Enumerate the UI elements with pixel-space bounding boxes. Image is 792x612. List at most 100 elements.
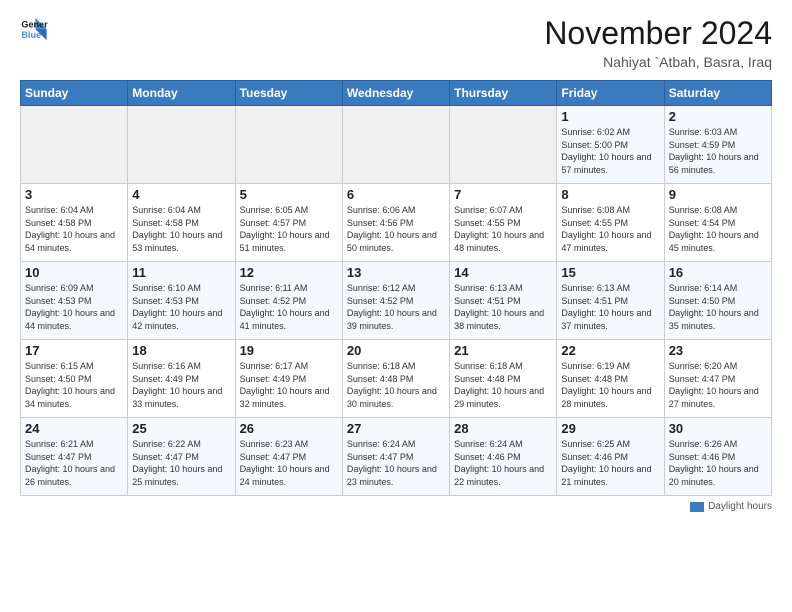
calendar-week-row: 1 Sunrise: 6:02 AMSunset: 5:00 PMDaylight… (21, 106, 772, 184)
calendar-day-cell: 1 Sunrise: 6:02 AMSunset: 5:00 PMDaylight… (557, 106, 664, 184)
calendar-day-cell: 8Sunrise: 6:08 AMSunset: 4:55 PMDaylight… (557, 184, 664, 262)
day-number: 6 (347, 187, 445, 202)
calendar-day-cell: 29 Sunrise: 6:25 AMSunset: 4:46 PMDayligh… (557, 418, 664, 496)
calendar-body: 1 Sunrise: 6:02 AMSunset: 5:00 PMDaylight… (21, 106, 772, 496)
calendar-day-cell (128, 106, 235, 184)
calendar-day-cell: 25Sunrise: 6:22 AMSunset: 4:47 PMDayligh… (128, 418, 235, 496)
calendar-day-cell: 4 Sunrise: 6:04 AMSunset: 4:58 PMDaylight… (128, 184, 235, 262)
calendar-day-cell: 2 Sunrise: 6:03 AMSunset: 4:59 PMDaylight… (664, 106, 771, 184)
day-info: Sunrise: 6:04 AMSunset: 4:58 PMDaylight:… (132, 204, 230, 254)
day-number: 4 (132, 187, 230, 202)
logo: General Blue (20, 15, 50, 43)
calendar-week-row: 17Sunrise: 6:15 AMSunset: 4:50 PMDayligh… (21, 340, 772, 418)
calendar-day-cell: 3 Sunrise: 6:04 AMSunset: 4:58 PMDaylight… (21, 184, 128, 262)
day-info: Sunrise: 6:05 AMSunset: 4:57 PMDaylight:… (240, 204, 338, 254)
day-number: 21 (454, 343, 552, 358)
day-info: Sunrise: 6:04 AMSunset: 4:58 PMDaylight:… (25, 204, 123, 254)
day-info: Sunrise: 6:02 AMSunset: 5:00 PMDaylight:… (561, 126, 659, 176)
day-info: Sunrise: 6:12 AMSunset: 4:52 PMDaylight:… (347, 282, 445, 332)
calendar-day-cell: 13 Sunrise: 6:12 AMSunset: 4:52 PMDayligh… (342, 262, 449, 340)
legend-color-box (690, 502, 704, 512)
day-number: 10 (25, 265, 123, 280)
day-number: 22 (561, 343, 659, 358)
calendar-day-cell: 10 Sunrise: 6:09 AMSunset: 4:53 PMDayligh… (21, 262, 128, 340)
calendar-day-cell: 28 Sunrise: 6:24 AMSunset: 4:46 PMDayligh… (450, 418, 557, 496)
calendar-header-cell: Monday (128, 81, 235, 106)
day-number: 13 (347, 265, 445, 280)
calendar-day-cell: 11Sunrise: 6:10 AMSunset: 4:53 PMDayligh… (128, 262, 235, 340)
calendar-day-cell: 30Sunrise: 6:26 AMSunset: 4:46 PMDayligh… (664, 418, 771, 496)
day-number: 7 (454, 187, 552, 202)
day-number: 18 (132, 343, 230, 358)
day-number: 28 (454, 421, 552, 436)
day-number: 23 (669, 343, 767, 358)
day-info: Sunrise: 6:18 AMSunset: 4:48 PMDaylight:… (347, 360, 445, 410)
day-info: Sunrise: 6:15 AMSunset: 4:50 PMDaylight:… (25, 360, 123, 410)
logo-icon: General Blue (20, 15, 48, 43)
day-info: Sunrise: 6:20 AMSunset: 4:47 PMDaylight:… (669, 360, 767, 410)
calendar-week-row: 3 Sunrise: 6:04 AMSunset: 4:58 PMDaylight… (21, 184, 772, 262)
day-number: 25 (132, 421, 230, 436)
day-number: 9 (669, 187, 767, 202)
calendar-day-cell: 9 Sunrise: 6:08 AMSunset: 4:54 PMDaylight… (664, 184, 771, 262)
day-info: Sunrise: 6:06 AMSunset: 4:56 PMDaylight:… (347, 204, 445, 254)
day-number: 1 (561, 109, 659, 124)
calendar-day-cell: 15 Sunrise: 6:13 AMSunset: 4:51 PMDayligh… (557, 262, 664, 340)
calendar-day-cell: 14Sunrise: 6:13 AMSunset: 4:51 PMDayligh… (450, 262, 557, 340)
day-number: 15 (561, 265, 659, 280)
day-info: Sunrise: 6:25 AMSunset: 4:46 PMDaylight:… (561, 438, 659, 488)
day-number: 2 (669, 109, 767, 124)
day-number: 27 (347, 421, 445, 436)
day-info: Sunrise: 6:14 AMSunset: 4:50 PMDaylight:… (669, 282, 767, 332)
svg-text:Blue: Blue (21, 30, 41, 40)
calendar-day-cell: 18 Sunrise: 6:16 AMSunset: 4:49 PMDayligh… (128, 340, 235, 418)
calendar-day-cell: 22 Sunrise: 6:19 AMSunset: 4:48 PMDayligh… (557, 340, 664, 418)
day-info: Sunrise: 6:08 AMSunset: 4:54 PMDaylight:… (669, 204, 767, 254)
calendar-table: SundayMondayTuesdayWednesdayThursdayFrid… (20, 80, 772, 496)
day-info: Sunrise: 6:09 AMSunset: 4:53 PMDaylight:… (25, 282, 123, 332)
legend-label: Daylight hours (708, 501, 772, 512)
day-number: 12 (240, 265, 338, 280)
day-info: Sunrise: 6:16 AMSunset: 4:49 PMDaylight:… (132, 360, 230, 410)
day-info: Sunrise: 6:03 AMSunset: 4:59 PMDaylight:… (669, 126, 767, 176)
day-number: 20 (347, 343, 445, 358)
day-info: Sunrise: 6:23 AMSunset: 4:47 PMDaylight:… (240, 438, 338, 488)
day-number: 5 (240, 187, 338, 202)
day-number: 26 (240, 421, 338, 436)
calendar-day-cell: 26 Sunrise: 6:23 AMSunset: 4:47 PMDayligh… (235, 418, 342, 496)
calendar-day-cell (235, 106, 342, 184)
calendar-header-cell: Thursday (450, 81, 557, 106)
calendar-day-cell: 19Sunrise: 6:17 AMSunset: 4:49 PMDayligh… (235, 340, 342, 418)
day-number: 14 (454, 265, 552, 280)
calendar-day-cell: 6 Sunrise: 6:06 AMSunset: 4:56 PMDaylight… (342, 184, 449, 262)
day-number: 19 (240, 343, 338, 358)
calendar-day-cell: 16Sunrise: 6:14 AMSunset: 4:50 PMDayligh… (664, 262, 771, 340)
calendar-header-cell: Sunday (21, 81, 128, 106)
calendar-header-cell: Friday (557, 81, 664, 106)
day-number: 3 (25, 187, 123, 202)
calendar-header-cell: Tuesday (235, 81, 342, 106)
location-title: Nahiyat `Atbah, Basra, Iraq (544, 54, 772, 70)
calendar-day-cell: 21Sunrise: 6:18 AMSunset: 4:48 PMDayligh… (450, 340, 557, 418)
calendar-day-cell: 20 Sunrise: 6:18 AMSunset: 4:48 PMDayligh… (342, 340, 449, 418)
calendar-day-cell: 7 Sunrise: 6:07 AMSunset: 4:55 PMDaylight… (450, 184, 557, 262)
calendar-day-cell (342, 106, 449, 184)
day-info: Sunrise: 6:24 AMSunset: 4:47 PMDaylight:… (347, 438, 445, 488)
day-number: 29 (561, 421, 659, 436)
day-info: Sunrise: 6:19 AMSunset: 4:48 PMDaylight:… (561, 360, 659, 410)
calendar-week-row: 10 Sunrise: 6:09 AMSunset: 4:53 PMDayligh… (21, 262, 772, 340)
day-info: Sunrise: 6:07 AMSunset: 4:55 PMDaylight:… (454, 204, 552, 254)
calendar-day-cell: 27 Sunrise: 6:24 AMSunset: 4:47 PMDayligh… (342, 418, 449, 496)
day-info: Sunrise: 6:08 AMSunset: 4:55 PMDaylight:… (561, 204, 659, 254)
legend-box: Daylight hours (690, 501, 772, 512)
calendar-day-cell: 17Sunrise: 6:15 AMSunset: 4:50 PMDayligh… (21, 340, 128, 418)
calendar-day-cell (450, 106, 557, 184)
month-title: November 2024 (544, 15, 772, 52)
svg-text:General: General (21, 20, 48, 30)
day-info: Sunrise: 6:13 AMSunset: 4:51 PMDaylight:… (561, 282, 659, 332)
calendar-day-cell: 12 Sunrise: 6:11 AMSunset: 4:52 PMDayligh… (235, 262, 342, 340)
calendar-day-cell (21, 106, 128, 184)
day-info: Sunrise: 6:11 AMSunset: 4:52 PMDaylight:… (240, 282, 338, 332)
title-block: November 2024 Nahiyat `Atbah, Basra, Ira… (544, 15, 772, 70)
day-info: Sunrise: 6:24 AMSunset: 4:46 PMDaylight:… (454, 438, 552, 488)
